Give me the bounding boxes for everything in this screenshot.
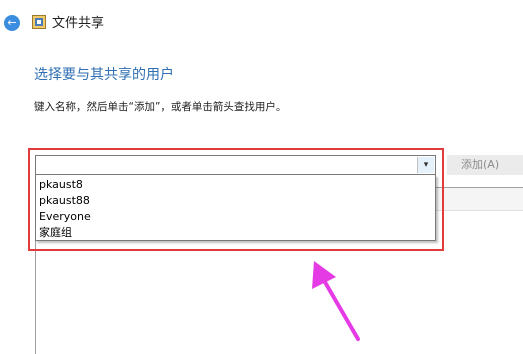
file-sharing-icon: [32, 15, 46, 29]
back-arrow-icon[interactable]: ←: [4, 15, 20, 31]
instruction-text: 键入名称，然后单击“添加”，或者单击箭头查找用户。: [34, 101, 287, 113]
add-button[interactable]: 添加(A): [447, 155, 523, 175]
pointer-arrow-annotation: [312, 261, 360, 341]
title-bar: ← 文件共享: [0, 0, 523, 45]
window-title: 文件共享: [52, 16, 105, 31]
page-heading: 选择要与其共享的用户: [34, 67, 174, 83]
red-highlight-annotation: [28, 148, 444, 251]
